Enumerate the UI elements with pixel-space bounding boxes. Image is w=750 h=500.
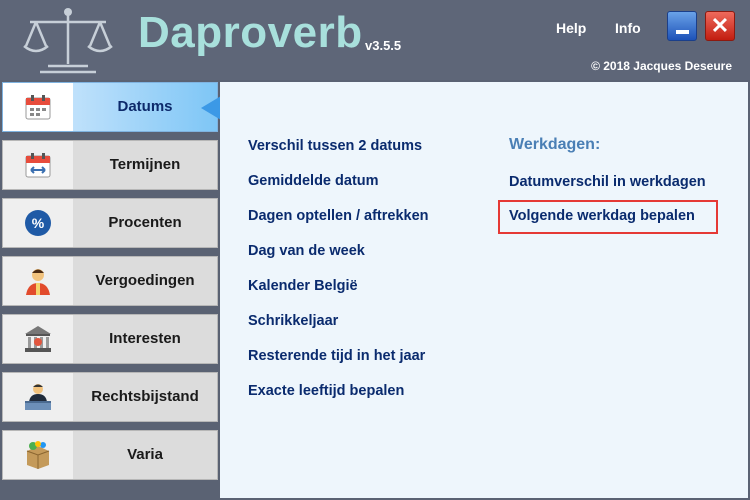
link-exacte-leeftijd-bepalen[interactable]: Exacte leeftijd bepalen — [248, 383, 404, 399]
lawyer-icon — [25, 384, 51, 410]
link-dag-van-de-week[interactable]: Dag van de week — [248, 243, 365, 259]
bank-icon — [25, 326, 51, 352]
sidebar-item-datums[interactable]: Datums — [2, 82, 218, 132]
minimize-button[interactable] — [667, 11, 697, 41]
scales-of-justice-logo-icon — [23, 8, 113, 74]
sidebar-item-rechtsbijstand[interactable]: Rechtsbijstand — [2, 372, 218, 422]
link-gemiddelde-datum[interactable]: Gemiddelde datum — [248, 173, 379, 189]
sidebar-item-label: Interesten — [109, 330, 181, 347]
sidebar-item-label: Varia — [127, 446, 163, 463]
sidebar-item-label: Vergoedingen — [95, 272, 195, 289]
link-schrikkeljaar[interactable]: Schrikkeljaar — [248, 313, 338, 329]
copyright-text: © 2018 Jacques Deseure — [591, 59, 732, 73]
link-datumverschil-in-werkdagen[interactable]: Datumverschil in werkdagen — [509, 174, 706, 190]
close-icon: ✕ — [710, 13, 730, 38]
sidebar-item-label: Datums — [73, 83, 217, 131]
link-resterende-tijd-in-het-jaar[interactable]: Resterende tijd in het jaar — [248, 348, 425, 364]
sidebar-item-label: Procenten — [108, 214, 182, 231]
percent-icon: % — [25, 210, 51, 236]
svg-text:%: % — [32, 215, 45, 231]
calendar-arrows-icon — [25, 153, 51, 178]
sidebar-item-vergoedingen[interactable]: Vergoedingen — [2, 256, 218, 306]
header-bar: Daproverb v3.5.5 Help Info ✕ © 2018 Jacq… — [0, 0, 750, 80]
content-panel: Verschil tussen 2 datums Gemiddelde datu… — [220, 82, 748, 498]
sidebar-item-varia[interactable]: Varia — [2, 430, 218, 480]
info-link[interactable]: Info — [615, 20, 641, 36]
close-button[interactable]: ✕ — [705, 11, 735, 41]
sidebar-item-procenten[interactable]: % Procenten — [2, 198, 218, 248]
calendar-icon — [25, 95, 51, 120]
app-title: Daproverb — [138, 8, 363, 57]
sidebar-item-interesten[interactable]: Interesten — [2, 314, 218, 364]
werkdagen-heading: Werkdagen: — [509, 136, 601, 153]
sidebar-item-label: Termijnen — [109, 156, 181, 173]
link-dagen-optellen-aftrekken[interactable]: Dagen optellen / aftrekken — [248, 208, 429, 224]
link-verschil-tussen-2-datums[interactable]: Verschil tussen 2 datums — [248, 138, 422, 154]
person-icon — [26, 269, 50, 295]
link-volgende-werkdag-bepalen[interactable]: Volgende werkdag bepalen — [509, 208, 695, 224]
sidebar-item-label: Rechtsbijstand — [91, 388, 199, 405]
active-pointer-arrow — [201, 96, 221, 120]
app-version: v3.5.5 — [365, 38, 402, 53]
help-link[interactable]: Help — [556, 20, 586, 36]
sidebar-item-termijnen[interactable]: Termijnen — [2, 140, 218, 190]
box-icon — [26, 441, 50, 469]
link-kalender-belgie[interactable]: Kalender België — [248, 278, 358, 294]
